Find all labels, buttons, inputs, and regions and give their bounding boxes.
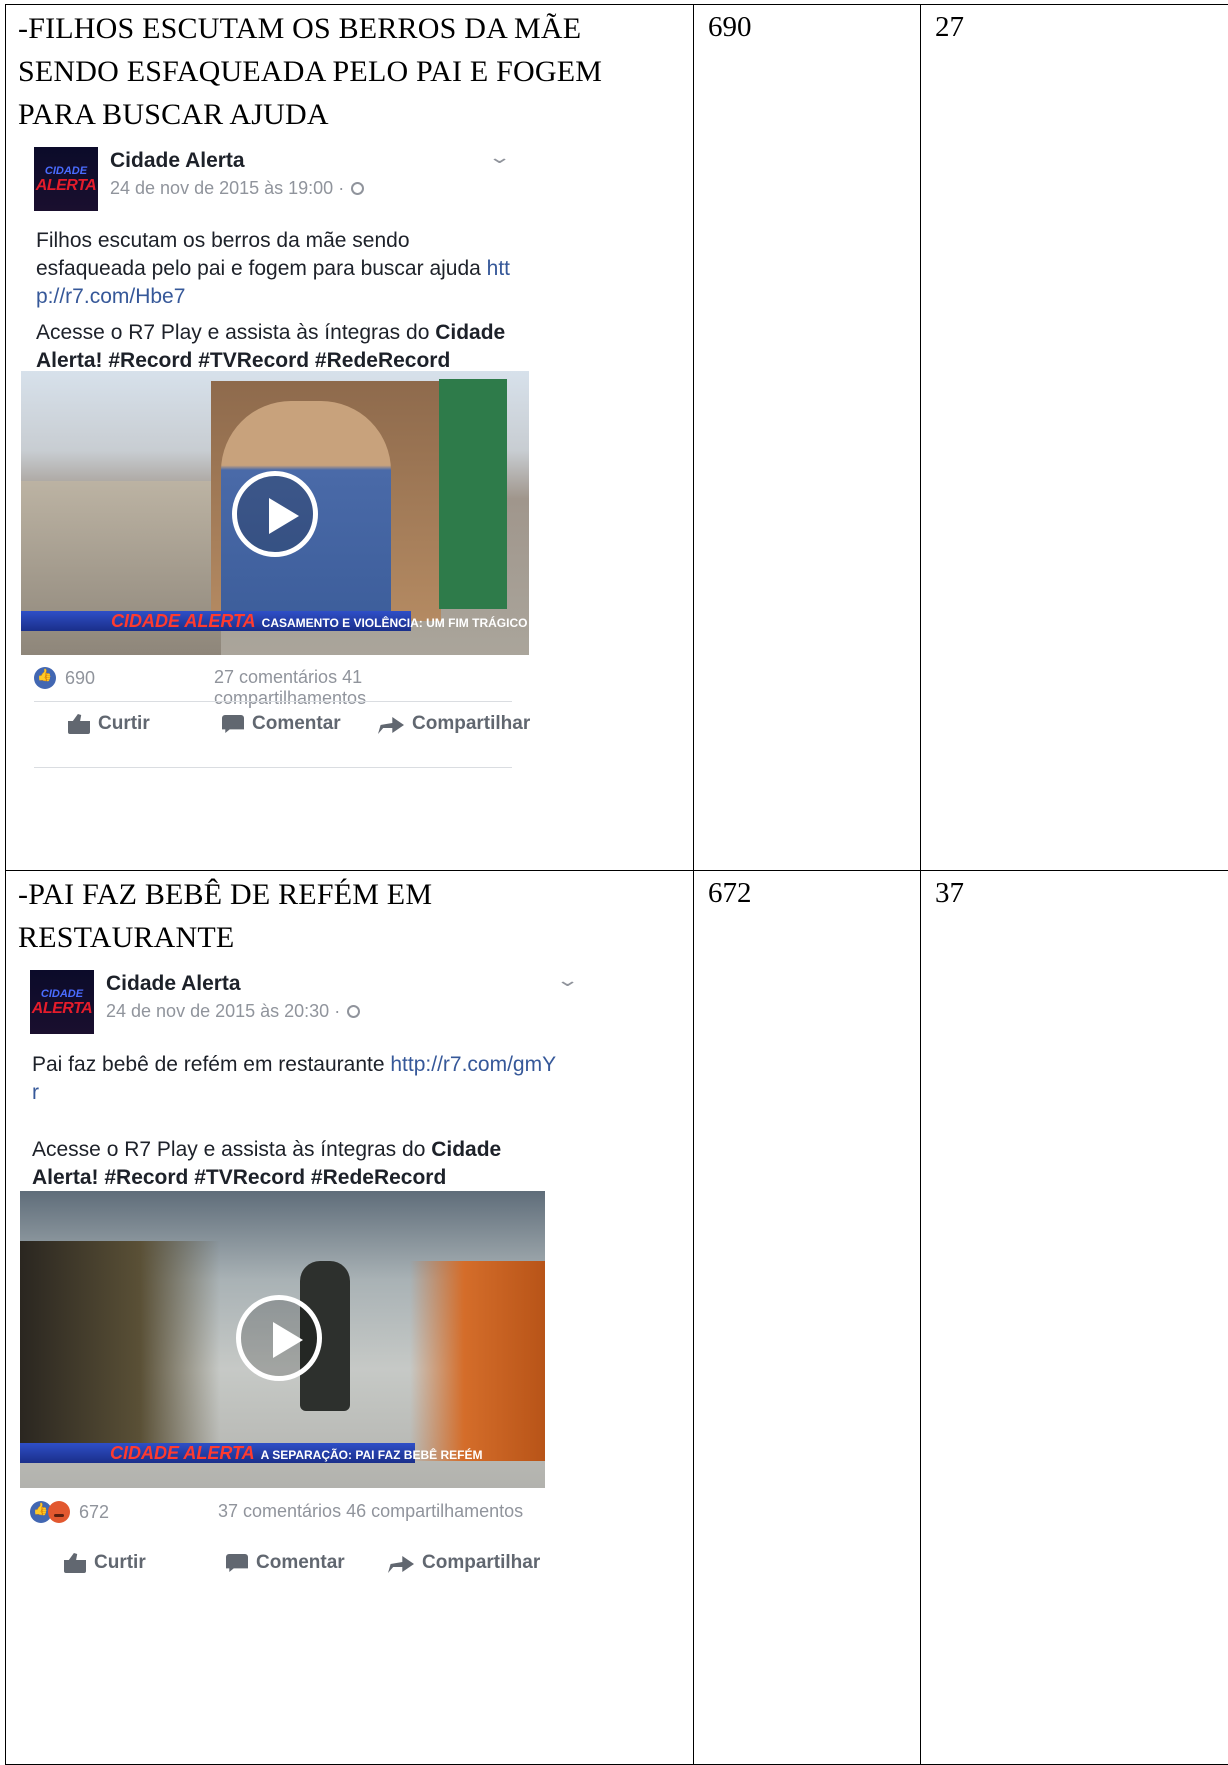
cta-hashtags[interactable]: ! #Record #TVRecord #RedeRecord: [92, 1166, 447, 1189]
reaction-count[interactable]: 690: [65, 668, 95, 688]
post-text: Filhos escutam os berros da mãe sendo es…: [36, 227, 516, 311]
green-door: [439, 379, 507, 609]
post-timestamp: 24 de nov de 2015 às 19:00 ·: [110, 178, 364, 199]
video-banner: CIDADE ALERTAA SEPARAÇÃO: PAI FAZ BEBÊ R…: [20, 1443, 415, 1463]
reaction-count[interactable]: 672: [79, 1502, 109, 1522]
cta-hashtags[interactable]: ! #Record #TVRecord #RedeRecord: [96, 349, 451, 372]
cta-prefix: Acesse o R7 Play e assista às íntegras d…: [36, 321, 435, 344]
like-label: Curtir: [94, 1552, 146, 1574]
angry-reaction-icon: [48, 1501, 70, 1523]
comment-label: Comentar: [256, 1552, 345, 1574]
share-icon: [378, 714, 404, 734]
divider: [34, 767, 512, 768]
logo-text-bottom: ALERTA: [32, 1000, 92, 1017]
share-label: Compartilhar: [412, 713, 530, 735]
comments-cell: 27: [921, 5, 1228, 871]
logo-text-top: CIDADE: [41, 988, 83, 1000]
post-heading: -FILHOS ESCUTAM OS BERROS DA MÃE SENDO E…: [18, 7, 658, 136]
cta-prefix: Acesse o R7 Play e assista às íntegras d…: [32, 1138, 431, 1161]
page-name[interactable]: Cidade Alerta: [110, 149, 245, 173]
video-brand: CIDADE ALERTA: [111, 611, 256, 631]
post-stats: 690 27 comentários 41 compartilhamentos: [34, 667, 514, 689]
post-header: CIDADE ALERTA Cidade Alerta 24 de nov de…: [30, 966, 560, 1036]
table-row: -FILHOS ESCUTAM OS BERROS DA MÃE SENDO E…: [6, 5, 1228, 871]
orange-chairs: [410, 1261, 545, 1461]
post-timestamp: 24 de nov de 2015 às 20:30 ·: [106, 1001, 360, 1022]
logo-text-top: CIDADE: [45, 165, 87, 177]
like-label: Curtir: [98, 713, 150, 735]
post-stats: 672 37 comentários 46 compartilhamentos: [30, 1501, 530, 1523]
play-icon[interactable]: [232, 471, 318, 557]
action-bar: Curtir Comentar Compartilhar: [30, 1552, 530, 1582]
comments-value: 27: [935, 11, 964, 44]
video-banner: CIDADE ALERTACASAMENTO E VIOLÊNCIA: UM F…: [21, 611, 411, 631]
facebook-post: CIDADE ALERTA Cidade Alerta 24 de nov de…: [34, 143, 524, 743]
share-button[interactable]: Compartilhar: [378, 713, 530, 735]
share-button[interactable]: Compartilhar: [388, 1552, 540, 1574]
likes-value: 672: [708, 877, 752, 910]
post-heading: -PAI FAZ BEBÊ DE REFÉM EM RESTAURANTE: [18, 873, 498, 959]
chevron-down-icon[interactable]: ⌄: [487, 147, 511, 168]
video-thumbnail[interactable]: CIDADE ALERTA A SEPARAÇÃO: PAI FAZ BEBÊ R…: [20, 1191, 545, 1488]
likes-cell: 690: [694, 5, 921, 871]
comments-value: 37: [935, 877, 964, 910]
comment-icon: [226, 1554, 248, 1572]
likes-cell: 672: [694, 871, 921, 1765]
facebook-post: CIDADE ALERTA Cidade Alerta 24 de nov de…: [30, 966, 560, 1666]
post-header: CIDADE ALERTA Cidade Alerta 24 de nov de…: [34, 143, 524, 213]
post-cta: Acesse o R7 Play e assista às íntegras d…: [32, 1136, 532, 1192]
thumbs-up-icon: [68, 714, 90, 734]
share-label: Compartilhar: [422, 1552, 540, 1574]
post-text-plain: Pai faz bebê de refém em restaurante: [32, 1053, 390, 1076]
comment-label: Comentar: [252, 713, 341, 735]
comment-count[interactable]: 37 comentários: [218, 1501, 341, 1521]
logo-text-bottom: ALERTA: [36, 177, 96, 194]
comment-share-counts: 37 comentários 46 compartilhamentos: [218, 1501, 523, 1522]
video-brand: CIDADE ALERTA: [110, 1443, 255, 1463]
timestamp-text: 24 de nov de 2015 às 20:30 ·: [106, 1001, 340, 1021]
like-reaction-icon: [34, 667, 56, 689]
comment-count[interactable]: 27 comentários: [214, 667, 337, 687]
post-cell: -FILHOS ESCUTAM OS BERROS DA MÃE SENDO E…: [6, 5, 694, 871]
play-icon[interactable]: [236, 1295, 322, 1381]
share-count[interactable]: 46 compartilhamentos: [346, 1501, 523, 1521]
video-banner-text: CASAMENTO E VIOLÊNCIA: UM FIM TRÁGICO: [262, 616, 528, 630]
like-button[interactable]: Curtir: [68, 713, 150, 735]
globe-icon: [351, 182, 364, 195]
post-cta: Acesse o R7 Play e assista às íntegras d…: [36, 319, 516, 375]
post-text-plain: Filhos escutam os berros da mãe sendo es…: [36, 229, 487, 280]
post-cell: -PAI FAZ BEBÊ DE REFÉM EM RESTAURANTE CI…: [6, 871, 694, 1765]
timestamp-text: 24 de nov de 2015 às 19:00 ·: [110, 178, 344, 198]
thumbs-up-icon: [64, 1553, 86, 1573]
likes-value: 690: [708, 11, 752, 44]
video-banner-text: A SEPARAÇÃO: PAI FAZ BEBÊ REFÉM: [261, 1448, 483, 1462]
like-button[interactable]: Curtir: [64, 1552, 146, 1574]
globe-icon: [347, 1005, 360, 1018]
comment-share-counts: 27 comentários 41 compartilhamentos: [214, 667, 514, 709]
comments-cell: 37: [921, 871, 1228, 1765]
post-text: Pai faz bebê de refém em restaurante htt…: [32, 1051, 562, 1107]
page-name[interactable]: Cidade Alerta: [106, 972, 241, 996]
left-crowd: [20, 1241, 220, 1461]
comment-button[interactable]: Comentar: [226, 1552, 345, 1574]
table-row: -PAI FAZ BEBÊ DE REFÉM EM RESTAURANTE CI…: [6, 871, 1228, 1765]
comment-icon: [222, 715, 244, 733]
page-avatar[interactable]: CIDADE ALERTA: [30, 970, 94, 1034]
divider: [34, 701, 512, 702]
share-icon: [388, 1553, 414, 1573]
comment-button[interactable]: Comentar: [222, 713, 341, 735]
document-table: -FILHOS ESCUTAM OS BERROS DA MÃE SENDO E…: [5, 4, 1228, 1765]
chevron-down-icon[interactable]: ⌄: [555, 970, 579, 991]
page-avatar[interactable]: CIDADE ALERTA: [34, 147, 98, 211]
video-thumbnail[interactable]: CIDADE ALERTA CASAMENTO E VIOLÊNCIA: UM F…: [21, 371, 529, 655]
action-bar: Curtir Comentar Compartilhar: [34, 713, 514, 743]
